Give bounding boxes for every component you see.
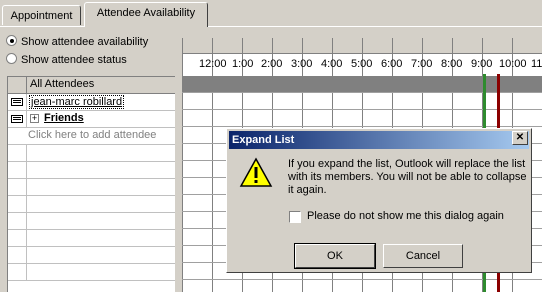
time-label: 11	[531, 58, 542, 70]
dont-show-again-checkbox[interactable]	[289, 211, 301, 223]
dialog-title-bar: Expand List	[229, 131, 529, 149]
radio-show-availability-label: Show attendee availability	[21, 36, 149, 48]
attendee-list: All Attendees jean-marc robillard + Frie…	[7, 76, 175, 292]
distribution-list-icon	[11, 115, 23, 123]
time-label: 3:00	[291, 58, 313, 70]
attendee-row[interactable]: + Friends	[8, 111, 175, 128]
grid-hline	[182, 92, 542, 93]
tab-appointment-label: Appointment	[10, 10, 73, 22]
time-label: 10:00	[499, 58, 527, 70]
radio-show-status[interactable]: Show attendee status	[6, 52, 127, 68]
expand-list-dialog: Expand List ✕ If you expand the list, Ou…	[226, 128, 532, 273]
time-label: 7:00	[411, 58, 433, 70]
tab-appointment[interactable]: Appointment	[2, 5, 81, 25]
time-label: 6:00	[381, 58, 403, 70]
dialog-message: If you expand the list, Outlook will rep…	[288, 158, 527, 196]
radio-show-status-label: Show attendee status	[21, 54, 127, 66]
time-label: 5:00	[351, 58, 373, 70]
ok-button[interactable]: OK	[294, 243, 376, 269]
grid-vline	[212, 38, 213, 292]
time-label: 9:00	[471, 58, 493, 70]
grid-hline	[182, 126, 542, 127]
time-label: 12:00	[199, 58, 227, 70]
radio-selected-icon[interactable]	[6, 35, 17, 46]
dialog-title: Expand List	[232, 134, 295, 146]
radio-show-availability[interactable]: Show attendee availability	[6, 34, 148, 50]
attendee-list-header[interactable]: All Attendees	[8, 77, 175, 94]
radio-unselected-icon[interactable]	[6, 53, 17, 64]
attendee-header-label: All Attendees	[30, 78, 95, 90]
mail-icon	[11, 98, 23, 106]
add-attendee-row[interactable]: Click here to add attendee	[8, 128, 175, 145]
tab-attendee-availability-label: Attendee Availability	[96, 7, 196, 19]
dont-show-again-label[interactable]: Please do not show me this dialog again	[307, 210, 504, 222]
cancel-button-label: Cancel	[405, 250, 441, 262]
attendee-name[interactable]: jean-marc robillard	[29, 95, 125, 109]
time-label: 2:00	[261, 58, 283, 70]
time-label: 4:00	[321, 58, 343, 70]
cancel-button[interactable]: Cancel	[383, 244, 463, 268]
tab-attendee-availability[interactable]: Attendee Availability	[84, 2, 208, 27]
grid-hline	[182, 109, 542, 110]
warning-icon	[239, 157, 273, 187]
close-icon[interactable]: ✕	[512, 131, 528, 145]
attendee-row[interactable]: jean-marc robillard	[8, 94, 175, 111]
ok-button-label: OK	[327, 250, 343, 262]
attendee-name[interactable]: Friends	[44, 112, 84, 124]
add-attendee-placeholder[interactable]: Click here to add attendee	[28, 129, 156, 141]
grid-hline	[182, 279, 542, 280]
tab-strip-line	[0, 26, 542, 27]
expand-plus-icon[interactable]: +	[30, 114, 39, 123]
grid-vline	[182, 38, 183, 292]
time-label: 8:00	[441, 58, 463, 70]
time-label: 1:00	[232, 58, 254, 70]
